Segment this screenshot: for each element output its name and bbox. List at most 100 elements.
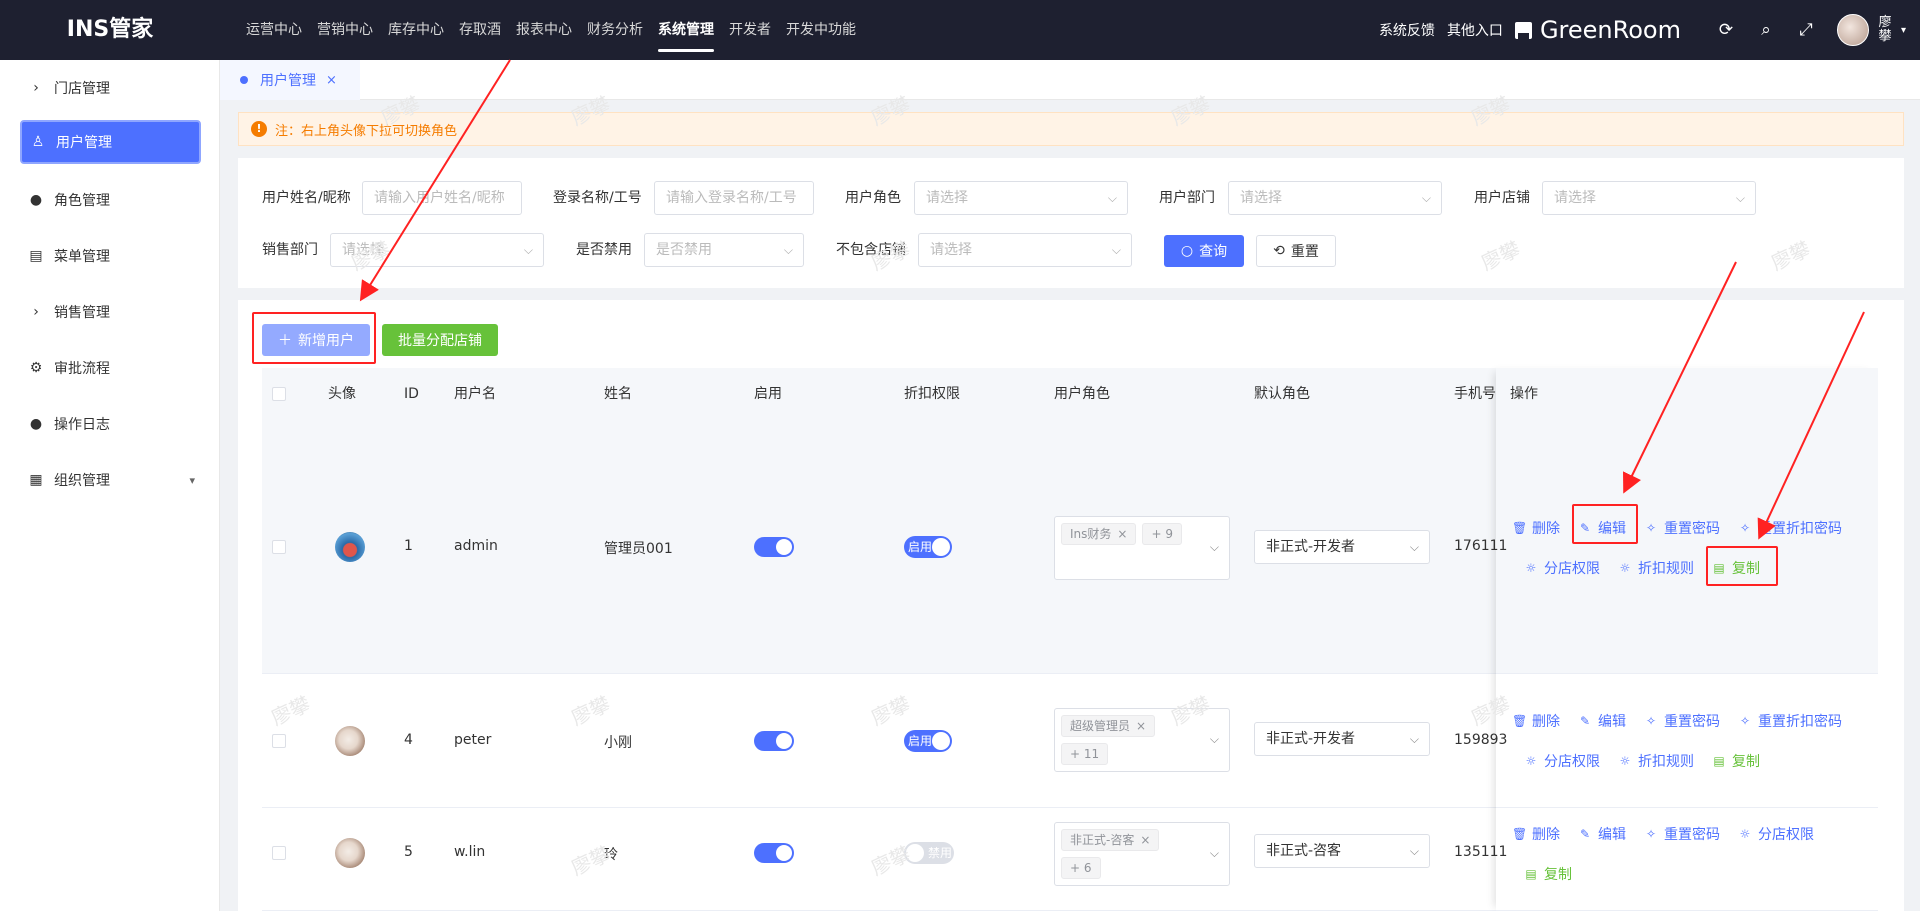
sidebar-item-approval[interactable]: ⚙ 审批流程	[20, 346, 201, 390]
row-checkbox[interactable]	[272, 846, 286, 860]
search-icon: ○	[1180, 243, 1194, 259]
login-name-input[interactable]: 请输入登录名称/工号	[654, 181, 814, 215]
user-avatar[interactable]	[1836, 14, 1869, 46]
row-avatar	[335, 838, 365, 868]
nav-developer[interactable]: 开发者	[729, 0, 771, 60]
sidebar-item-role-mgmt[interactable]: ● 角色管理	[20, 178, 201, 222]
edit-button[interactable]: ✎ 编辑	[1578, 518, 1626, 538]
user-role-multiselect[interactable]: Ins财务 × + 9 ⌵	[1054, 516, 1230, 580]
discount-rule-button[interactable]: ☼ 折扣规则	[1618, 751, 1694, 771]
edit-button[interactable]: ✎ 编辑	[1578, 711, 1626, 731]
copy-button[interactable]: ▤ 复制	[1524, 864, 1572, 884]
discount-toggle[interactable]: 禁用	[904, 842, 954, 864]
user-role-multiselect[interactable]: 超级管理员 × + 11 ⌵	[1054, 708, 1230, 772]
delete-button[interactable]: 🗑 删除	[1512, 518, 1560, 538]
search-button[interactable]: ○ 查询	[1164, 235, 1244, 267]
close-icon[interactable]: ×	[1136, 719, 1146, 733]
nav-finance[interactable]: 财务分析	[587, 0, 643, 60]
row-checkbox[interactable]	[272, 540, 286, 554]
op-label: 删除	[1532, 521, 1560, 537]
reset-password-button[interactable]: ✧ 重置密码	[1644, 824, 1720, 844]
chevron-down-icon[interactable]: ▾	[1901, 25, 1906, 36]
discount-toggle[interactable]: 启用	[904, 536, 952, 558]
sidebar-item-user-mgmt[interactable]: ♙ 用户管理	[20, 120, 201, 164]
select-placeholder: 请选择	[930, 242, 972, 258]
user-name-input[interactable]: 请输入用户姓名/昵称	[362, 181, 522, 215]
col-discount: 折扣权限	[904, 386, 960, 402]
sidebar-item-menu-mgmt[interactable]: ▤ 菜单管理	[20, 234, 201, 278]
nav-reports[interactable]: 报表中心	[516, 0, 572, 60]
user-role-multiselect[interactable]: 非正式-咨客 × + 6 ⌵	[1054, 822, 1230, 886]
batch-assign-store-button[interactable]: 批量分配店铺	[382, 324, 498, 356]
filter-label-sales-dept: 销售部门	[262, 242, 318, 258]
row-avatar	[335, 726, 365, 756]
refresh-icon[interactable]: ⟳	[1717, 20, 1735, 40]
sidebar-item-sales-mgmt[interactable]: › 销售管理	[20, 290, 201, 334]
reset-password-button[interactable]: ✧ 重置密码	[1644, 518, 1720, 538]
search-icon[interactable]: ⌕	[1757, 20, 1775, 40]
user-store-select[interactable]: 请选择 ⌵	[1542, 181, 1756, 215]
delete-button[interactable]: 🗑 删除	[1512, 824, 1560, 844]
store-permission-button[interactable]: ☼ 分店权限	[1524, 751, 1600, 771]
tab-user-mgmt[interactable]: 用户管理 ×	[220, 60, 360, 100]
nav-marketing[interactable]: 营销中心	[317, 0, 373, 60]
reset-button[interactable]: ⟲ 重置	[1256, 235, 1336, 267]
table-row[interactable]: 4 peter 小刚 启用 超级管理员 × + 11 ⌵ 非正式-开发者 ⌵ 1598…	[262, 674, 1878, 808]
delete-button[interactable]: 🗑 删除	[1512, 711, 1560, 731]
copy-button[interactable]: ▤ 复制	[1712, 558, 1760, 578]
feedback-link[interactable]: 系统反馈	[1379, 20, 1435, 40]
close-icon[interactable]: ×	[1140, 833, 1150, 847]
chevron-down-icon: ⌵	[1209, 732, 1219, 746]
sidebar-item-store-mgmt[interactable]: › 门店管理	[20, 66, 201, 110]
enabled-toggle[interactable]	[754, 843, 794, 863]
store-permission-button[interactable]: ☼ 分店权限	[1524, 558, 1600, 578]
other-entry-link[interactable]: 其他入口	[1447, 20, 1503, 40]
enabled-toggle[interactable]	[754, 537, 794, 557]
document-icon: ▤	[29, 248, 43, 264]
select-all-checkbox[interactable]	[272, 387, 286, 401]
default-role-select[interactable]: 非正式-咨客 ⌵	[1254, 834, 1430, 868]
row-checkbox[interactable]	[272, 734, 286, 748]
close-icon[interactable]: ×	[326, 73, 337, 88]
nav-operations[interactable]: 运营中心	[246, 0, 302, 60]
edit-button[interactable]: ✎ 编辑	[1578, 824, 1626, 844]
row-id: 5	[404, 844, 413, 860]
table-row[interactable]: 5 w.lin 玲 禁用 非正式-咨客 × + 6 ⌵ 非正式-咨客 ⌵ 135111	[262, 808, 1878, 911]
table-row[interactable]: 1 admin 管理员001 启用 Ins财务 × + 9 ⌵ 非正式-开发者 ⌵ 1…	[262, 420, 1878, 674]
reset-discount-password-button[interactable]: ✧ 重置折扣密码	[1738, 711, 1842, 731]
sales-dept-select[interactable]: 请选择 ⌵	[330, 233, 544, 267]
reset-discount-password-button[interactable]: ✧ 重置折扣密码	[1738, 518, 1842, 538]
sidebar-item-op-log[interactable]: ● 操作日志	[20, 402, 201, 446]
discount-rule-button[interactable]: ☼ 折扣规则	[1618, 558, 1694, 578]
enabled-toggle[interactable]	[754, 731, 794, 751]
tab-label: 用户管理	[260, 73, 316, 89]
store-permission-button[interactable]: ☼ 分店权限	[1738, 824, 1814, 844]
user-name[interactable]: 廖 攀	[1877, 16, 1893, 44]
disabled-select[interactable]: 是否禁用 ⌵	[644, 233, 804, 267]
default-role-select[interactable]: 非正式-开发者 ⌵	[1254, 722, 1430, 756]
nav-wine-storage[interactable]: 存取酒	[459, 0, 501, 60]
op-label: 删除	[1532, 714, 1560, 730]
top-nav: 运营中心 营销中心 库存中心 存取酒 报表中心 财务分析 系统管理 开发者 开发…	[246, 0, 871, 60]
reset-password-button[interactable]: ✧ 重置密码	[1644, 711, 1720, 731]
discount-toggle[interactable]: 启用	[904, 730, 952, 752]
user-dept-select[interactable]: 请选择 ⌵	[1228, 181, 1442, 215]
user-role-select[interactable]: 请选择 ⌵	[914, 181, 1128, 215]
default-role-select[interactable]: 非正式-开发者 ⌵	[1254, 530, 1430, 564]
role-tag: 超级管理员 ×	[1061, 715, 1156, 737]
chevron-down-icon: ⌵	[1409, 732, 1419, 746]
add-user-button[interactable]: ＋ 新增用户	[262, 324, 370, 356]
sidebar: › 门店管理 ♙ 用户管理 ● 角色管理 ▤ 菜单管理 › 销售管理 ⚙ 审批流程 ● 操作日…	[0, 60, 220, 911]
close-icon[interactable]: ×	[1117, 527, 1127, 541]
copy-button[interactable]: ▤ 复制	[1712, 751, 1760, 771]
nav-inventory[interactable]: 库存中心	[388, 0, 444, 60]
chevron-down-icon: ⌵	[1409, 844, 1419, 858]
store-switcher[interactable]: GreenRoom	[1514, 16, 1681, 44]
fullscreen-icon[interactable]: ⤢	[1797, 20, 1815, 40]
sidebar-item-org-mgmt[interactable]: ▦ 组织管理 ▾	[20, 458, 201, 502]
nav-system[interactable]: 系统管理	[658, 0, 714, 60]
app-logo[interactable]: INS管家	[0, 0, 220, 60]
exclude-store-select[interactable]: 请选择 ⌵	[918, 233, 1132, 267]
filter-label-user-role: 用户角色	[845, 190, 901, 206]
nav-dev-features[interactable]: 开发中功能	[786, 0, 856, 60]
